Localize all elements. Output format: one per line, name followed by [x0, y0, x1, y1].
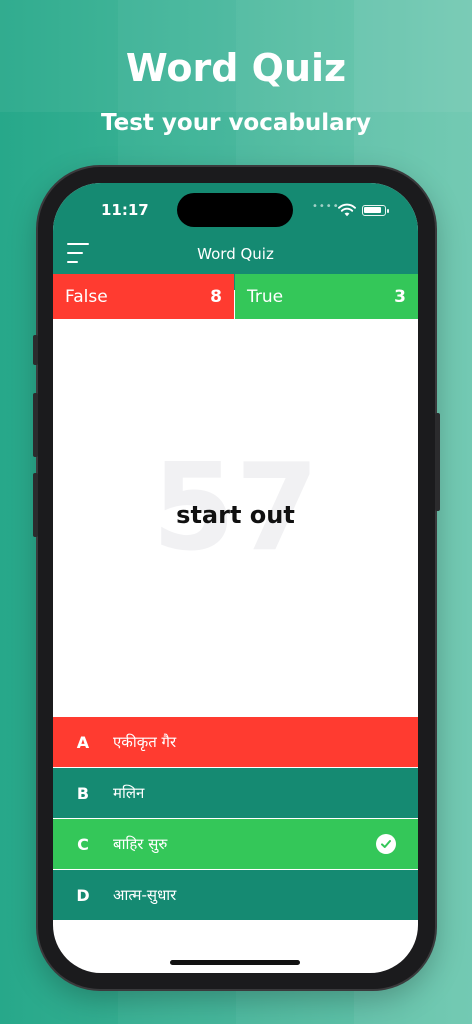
false-score-count: 8: [210, 286, 222, 307]
answer-text: बाहिर सुरु: [113, 835, 168, 853]
answer-letter: D: [76, 885, 90, 905]
phone-frame: 11:17 •••• Word Quiz False 8 True 3 57 s…: [33, 167, 440, 989]
answer-letter: A: [76, 732, 90, 752]
home-indicator: [170, 960, 300, 965]
false-score: False 8: [53, 274, 234, 319]
answer-text: एकीकृत गैर: [113, 733, 177, 751]
promo-title: Word Quiz: [125, 46, 347, 90]
signal-icon: ••••: [312, 201, 340, 212]
answer-option-b[interactable]: B मलिन: [53, 768, 418, 818]
wifi-icon: [338, 203, 356, 217]
volume-up-button: [33, 393, 38, 457]
answer-letter: C: [77, 834, 89, 854]
quiz-word: start out: [176, 501, 295, 529]
question-card: 57 start out: [53, 319, 418, 716]
app-screen: 11:17 •••• Word Quiz False 8 True 3 57 s…: [53, 183, 418, 973]
answer-option-d[interactable]: D आत्म-सुधार: [53, 870, 418, 920]
status-time: 11:17: [101, 201, 149, 219]
false-score-label: False: [65, 286, 108, 307]
dynamic-island: [177, 193, 293, 227]
nav-title: Word Quiz: [197, 245, 274, 263]
answer-option-c[interactable]: C बाहिर सुरु: [53, 819, 418, 869]
true-score: True 3: [235, 274, 418, 319]
promo-subtitle: Test your vocabulary: [101, 110, 371, 136]
answer-option-a[interactable]: A एकीकृत गैर: [53, 717, 418, 767]
mute-switch: [33, 335, 38, 365]
true-score-count: 3: [394, 286, 406, 307]
true-score-label: True: [247, 286, 284, 307]
answer-letter: B: [76, 783, 90, 803]
checkmark-icon: [376, 834, 396, 854]
power-button: [435, 413, 440, 511]
battery-icon: [362, 205, 389, 216]
volume-down-button: [33, 473, 38, 537]
answer-text: मलिन: [113, 784, 145, 802]
answer-text: आत्म-सुधार: [113, 886, 177, 904]
